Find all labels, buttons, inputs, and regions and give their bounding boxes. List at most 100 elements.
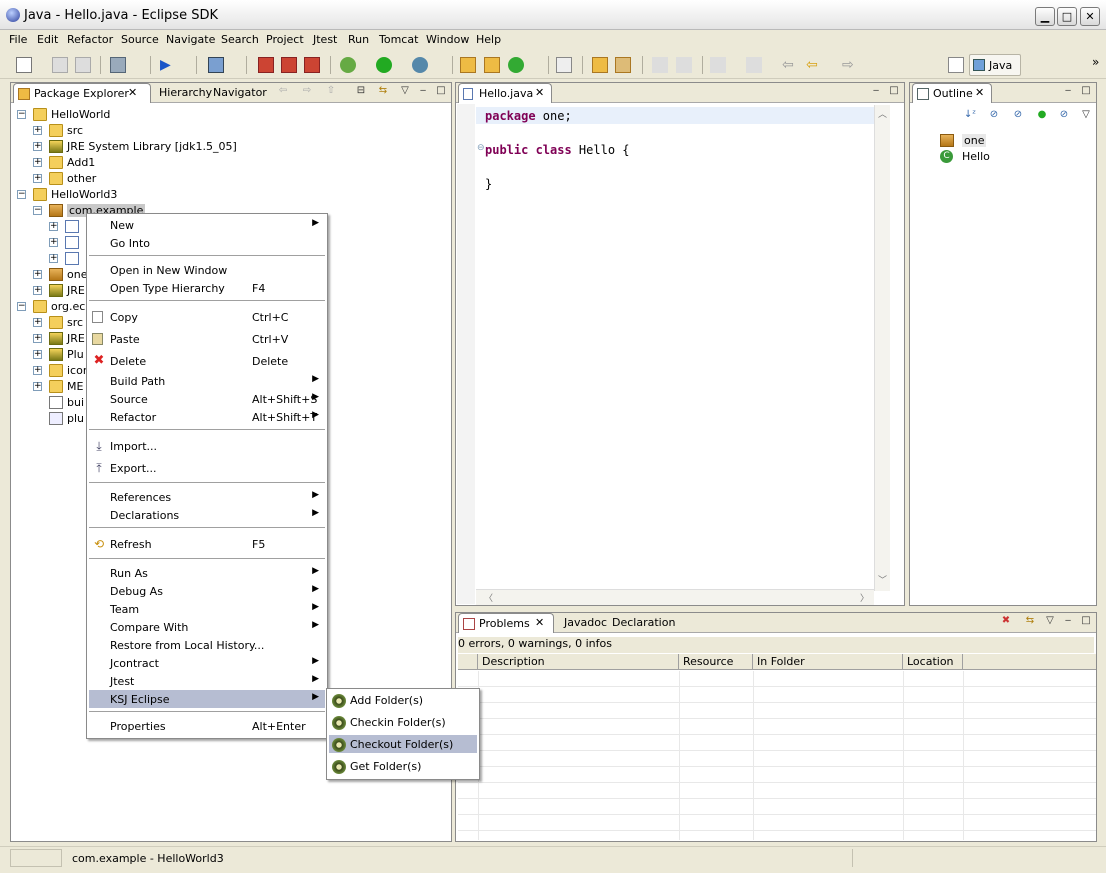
menu-item-open-type-hierarchy[interactable]: Open Type Hierarchy F4 [89, 279, 325, 297]
new-class-icon[interactable] [508, 57, 524, 73]
new-java-project-icon[interactable] [460, 57, 476, 73]
menu-project[interactable]: Project [266, 33, 304, 46]
menu-item-jtest[interactable]: Jtest ▶ [89, 672, 325, 690]
menu-item-references[interactable]: References ▶ [89, 488, 325, 506]
toggle-mark-icon[interactable] [676, 57, 692, 73]
back-icon[interactable]: ⇦ [806, 57, 822, 73]
menu-item-compare-with[interactable]: Compare With ▶ [89, 618, 325, 636]
minimize-view-icon[interactable]: ‒ [1062, 616, 1074, 628]
submenu-item-checkout-folder[interactable]: Checkout Folder(s) [329, 735, 477, 753]
menu-item-open-new-window[interactable]: Open in New Window [89, 261, 325, 279]
scroll-right-icon[interactable]: 〉 [860, 591, 869, 604]
tab-hello-java[interactable]: Hello.java ✕ [458, 83, 552, 103]
column-description[interactable]: Description [478, 654, 679, 670]
menu-item-run-as[interactable]: Run As ▶ [89, 564, 325, 582]
fold-icon[interactable]: ⊖ [477, 143, 485, 153]
open-folder-icon[interactable] [592, 57, 608, 73]
run-icon[interactable]: ▶ [160, 57, 176, 73]
close-icon[interactable]: ✕ [975, 86, 984, 99]
save-icon[interactable] [52, 57, 68, 73]
up-icon[interactable]: ⇧ [325, 86, 337, 98]
minimize-button[interactable]: ▁ [1035, 7, 1055, 26]
close-button[interactable]: ✕ [1080, 7, 1100, 26]
menu-item-restore-local-history[interactable]: Restore from Local History... [89, 636, 325, 654]
menu-file[interactable]: File [9, 33, 27, 46]
external-tools-icon[interactable] [412, 57, 428, 73]
back-icon[interactable]: ⇦ [277, 86, 289, 98]
column-in-folder[interactable]: In Folder [753, 654, 903, 670]
build-icon[interactable] [110, 57, 126, 73]
menu-search[interactable]: Search [221, 33, 259, 46]
sort-icon[interactable]: ↓ᶻ [964, 110, 976, 122]
column-icon-header[interactable] [458, 654, 478, 670]
view-menu-icon[interactable]: ▽ [399, 86, 411, 98]
hide-fields-icon[interactable]: ⊘ [988, 110, 1000, 122]
last-edit-icon[interactable]: ⇦ [782, 57, 798, 73]
open-perspective-icon[interactable] [948, 57, 964, 73]
menu-item-source[interactable]: Source Alt+Shift+S ▶ [89, 390, 325, 408]
annotation-icon[interactable] [652, 57, 668, 73]
view-menu-icon[interactable]: ▽ [1044, 616, 1056, 628]
view-menu-icon[interactable]: ▽ [1080, 110, 1092, 122]
tomcat-stop-icon[interactable] [281, 57, 297, 73]
scroll-down-icon[interactable]: ﹀ [878, 573, 887, 586]
menu-refactor[interactable]: Refactor [67, 33, 113, 46]
maximize-view-icon[interactable]: □ [1080, 616, 1092, 628]
menu-jtest[interactable]: Jtest [313, 33, 337, 46]
hide-static-icon[interactable]: ⊘ [1012, 110, 1024, 122]
open-type-icon[interactable] [556, 57, 572, 73]
maximize-view-icon[interactable]: □ [435, 86, 447, 98]
menu-item-refresh[interactable]: ⟲ Refresh F5 [89, 535, 325, 553]
scroll-left-icon[interactable]: 〈 [484, 591, 493, 604]
menu-run[interactable]: Run [348, 33, 369, 46]
hide-local-types-icon[interactable]: ⊘ [1058, 110, 1070, 122]
menu-item-copy[interactable]: Copy Ctrl+C [89, 308, 325, 326]
menu-help[interactable]: Help [476, 33, 501, 46]
close-icon[interactable]: ✕ [128, 86, 137, 99]
run-last-icon[interactable] [376, 57, 392, 73]
menu-item-new[interactable]: New ▶ [89, 216, 325, 234]
menu-item-properties[interactable]: Properties Alt+Enter [89, 717, 325, 735]
code-line-2[interactable]: public class Hello { [485, 143, 630, 157]
maximize-view-icon[interactable]: □ [1080, 86, 1092, 98]
menu-edit[interactable]: Edit [37, 33, 58, 46]
perspective-java-button[interactable]: Java [969, 54, 1021, 76]
submenu-item-checkin-folder[interactable]: Checkin Folder(s) [329, 713, 477, 731]
vertical-scrollbar[interactable]: ︿ ﹀ [874, 105, 890, 591]
menu-item-delete[interactable]: ✖ Delete Delete [89, 352, 325, 370]
jtest-icon[interactable] [208, 57, 224, 73]
maximize-button[interactable]: □ [1057, 7, 1077, 26]
previous-annotation-icon[interactable] [746, 57, 762, 73]
menu-item-build-path[interactable]: Build Path ▶ [89, 372, 325, 390]
link-with-editor-icon[interactable]: ⇆ [377, 86, 389, 98]
hide-nonpublic-icon[interactable]: ● [1036, 110, 1048, 122]
close-icon[interactable]: ✕ [535, 86, 544, 99]
filter-icon[interactable]: ⇆ [1024, 616, 1036, 628]
tab-navigator[interactable]: Navigator [207, 83, 273, 103]
maximize-view-icon[interactable]: □ [888, 86, 900, 98]
new-icon[interactable] [16, 57, 32, 73]
menu-item-jcontract[interactable]: Jcontract ▶ [89, 654, 325, 672]
print-icon[interactable] [75, 57, 91, 73]
tomcat-start-icon[interactable] [258, 57, 274, 73]
minimize-view-icon[interactable]: ‒ [1062, 86, 1074, 98]
search-icon[interactable] [615, 57, 631, 73]
column-resource[interactable]: Resource [679, 654, 753, 670]
tomcat-restart-icon[interactable] [304, 57, 320, 73]
tab-declaration[interactable]: Declaration [606, 613, 681, 633]
menu-tomcat[interactable]: Tomcat [379, 33, 418, 46]
menu-item-import[interactable]: ⤓ Import... [89, 437, 325, 455]
tab-problems[interactable]: Problems ✕ [458, 613, 554, 633]
menu-item-ksj-eclipse[interactable]: KSJ Eclipse ▶ [89, 690, 325, 708]
debug-icon[interactable] [340, 57, 356, 73]
forward-icon[interactable]: ⇨ [301, 86, 313, 98]
tab-javadoc[interactable]: Javadoc [558, 613, 613, 633]
menu-item-paste[interactable]: Paste Ctrl+V [89, 330, 325, 348]
delete-icon[interactable]: ✖ [1000, 616, 1012, 628]
code-line-1[interactable]: package one; [485, 109, 572, 123]
menu-item-declarations[interactable]: Declarations ▶ [89, 506, 325, 524]
horizontal-scrollbar[interactable]: 〈 〉 [476, 589, 874, 605]
column-location[interactable]: Location [903, 654, 963, 670]
menu-window[interactable]: Window [426, 33, 469, 46]
code-line-3[interactable]: } [485, 177, 492, 191]
